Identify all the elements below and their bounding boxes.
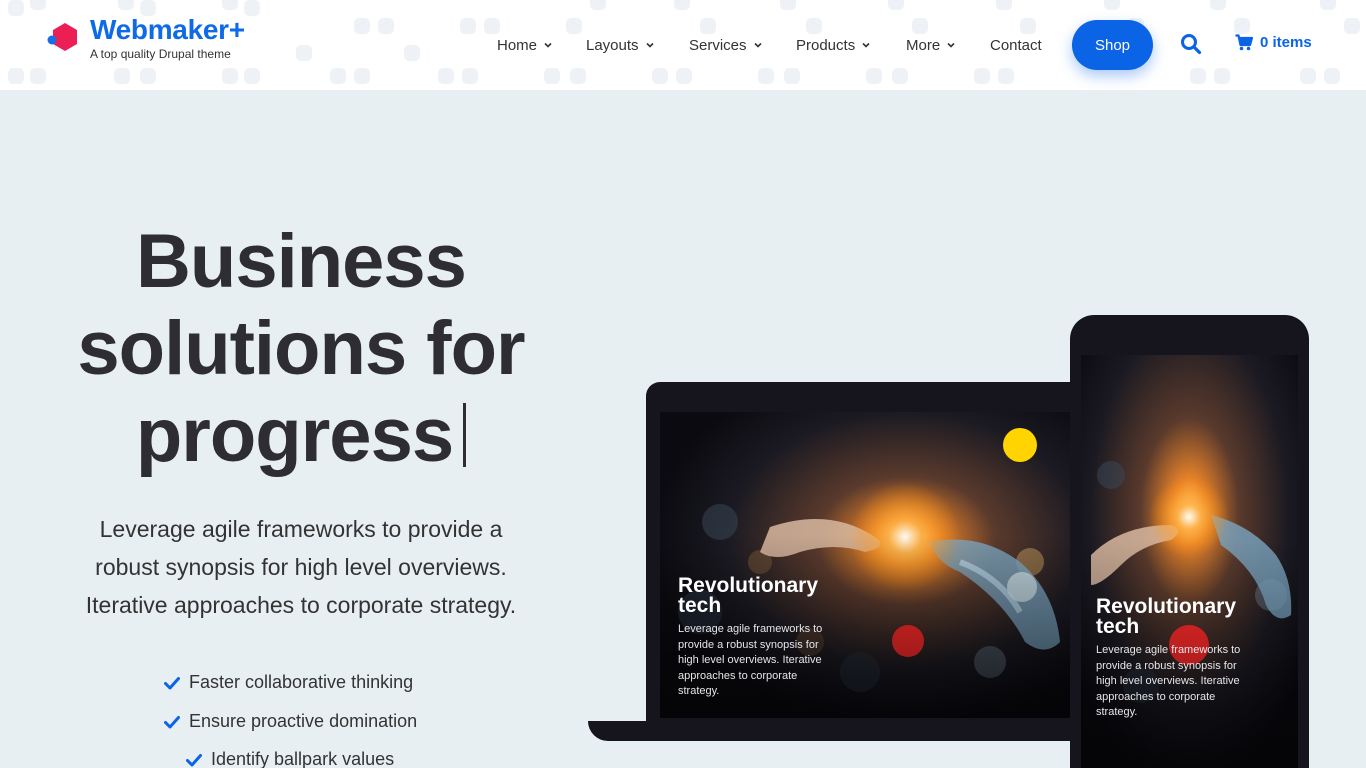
caption-body-line: strategy.	[1096, 706, 1138, 718]
caption-title-line: Revolutionary	[1096, 595, 1237, 618]
nav-item-label: Services	[689, 36, 747, 54]
list-item: Faster collaborative thinking	[164, 672, 413, 693]
feature-label: Ensure proactive domination	[189, 711, 418, 731]
nav-item-products[interactable]: Products	[796, 37, 871, 54]
caption-body-line: high level overviews. Iterative	[1096, 675, 1240, 687]
nav-item-label: Contact	[990, 36, 1042, 54]
hexagon-logo-icon	[46, 20, 82, 56]
caption-body-line: provide a robust synopsis for	[678, 638, 819, 651]
nav-item-contact[interactable]: Contact	[990, 37, 1042, 54]
caption-body-line: high level overviews. Iterative	[678, 654, 822, 666]
nav-item-label: Layouts	[586, 36, 639, 54]
chevron-down-icon	[947, 42, 955, 48]
site-tagline: A top quality Drupal theme	[90, 47, 231, 61]
laptop-screen-caption: Revolutionary tech Leverage agile framew…	[678, 574, 823, 700]
chevron-down-icon	[753, 42, 762, 48]
hero-title-line: solutions for	[77, 306, 525, 391]
feature-label: Faster collaborative thinking	[189, 672, 414, 692]
caption-body-line: strategy.	[678, 685, 720, 697]
check-icon	[186, 753, 202, 766]
chevron-down-icon	[862, 42, 870, 48]
cart-count: 0 items	[1260, 34, 1312, 51]
hero-description-line: robust synopsis for high level overviews…	[95, 554, 507, 580]
chevron-down-icon	[645, 42, 654, 48]
nav-item-home[interactable]: Home	[497, 37, 553, 54]
caption-body-line: approaches to corporate	[678, 669, 798, 682]
laptop-base	[588, 721, 1086, 741]
cart-link[interactable]: 0 items	[1235, 34, 1312, 51]
nav-item-services[interactable]: Services	[689, 37, 763, 54]
list-item: Ensure proactive domination	[164, 711, 417, 732]
nav-item-label: More	[906, 36, 941, 54]
phone-screen-caption: Revolutionary tech Leverage agile framew…	[1096, 595, 1241, 721]
search-icon[interactable]	[1180, 33, 1202, 55]
chevron-down-icon	[544, 42, 552, 48]
site-title[interactable]: Webmaker+	[90, 16, 245, 44]
check-icon	[164, 715, 180, 728]
caption-body-line: Leverage agile frameworks to	[1096, 644, 1241, 656]
typing-caret	[463, 403, 467, 467]
caption-title-line: tech	[1096, 615, 1140, 638]
site-header: Webmaker+ A top quality Drupal theme Hom…	[0, 0, 1366, 90]
hero-title-line: Business	[136, 219, 467, 304]
site-logo[interactable]: Webmaker+ A top quality Drupal theme	[46, 16, 245, 61]
hero-description: Leverage agile frameworks to provide a r…	[30, 510, 572, 624]
laptop-screen: Revolutionary tech Leverage agile framew…	[660, 412, 1084, 718]
feature-label: Identify ballpark values	[211, 749, 395, 768]
list-item: Identify ballpark values	[186, 749, 394, 768]
cart-icon	[1235, 34, 1253, 51]
hero-description-line: Leverage agile frameworks to provide a	[99, 516, 503, 542]
caption-title-line: tech	[678, 594, 722, 617]
check-icon	[164, 676, 180, 689]
hero-title-line: progress	[135, 393, 454, 478]
phone-screen: Revolutionary tech Leverage agile framew…	[1081, 355, 1298, 768]
laptop-mockup: Revolutionary tech Leverage agile framew…	[646, 382, 1086, 724]
caption-title-line: Revolutionary	[678, 574, 819, 597]
nav-item-label: Products	[796, 36, 856, 54]
nav-item-layouts[interactable]: Layouts	[586, 37, 655, 54]
nav-item-more[interactable]: More	[906, 37, 956, 54]
caption-body-line: provide a robust synopsis for	[1096, 659, 1237, 672]
caption-body-line: approaches to corporate	[1096, 690, 1216, 703]
shop-button[interactable]: Shop	[1072, 20, 1153, 70]
phone-mockup: Revolutionary tech Leverage agile framew…	[1070, 315, 1309, 768]
hero-description-line: Iterative approaches to corporate strate…	[85, 592, 517, 618]
nav-item-label: Home	[497, 36, 538, 54]
hero-title: Business solutions for progress	[0, 218, 602, 479]
caption-body-line: Leverage agile frameworks to	[678, 623, 823, 635]
